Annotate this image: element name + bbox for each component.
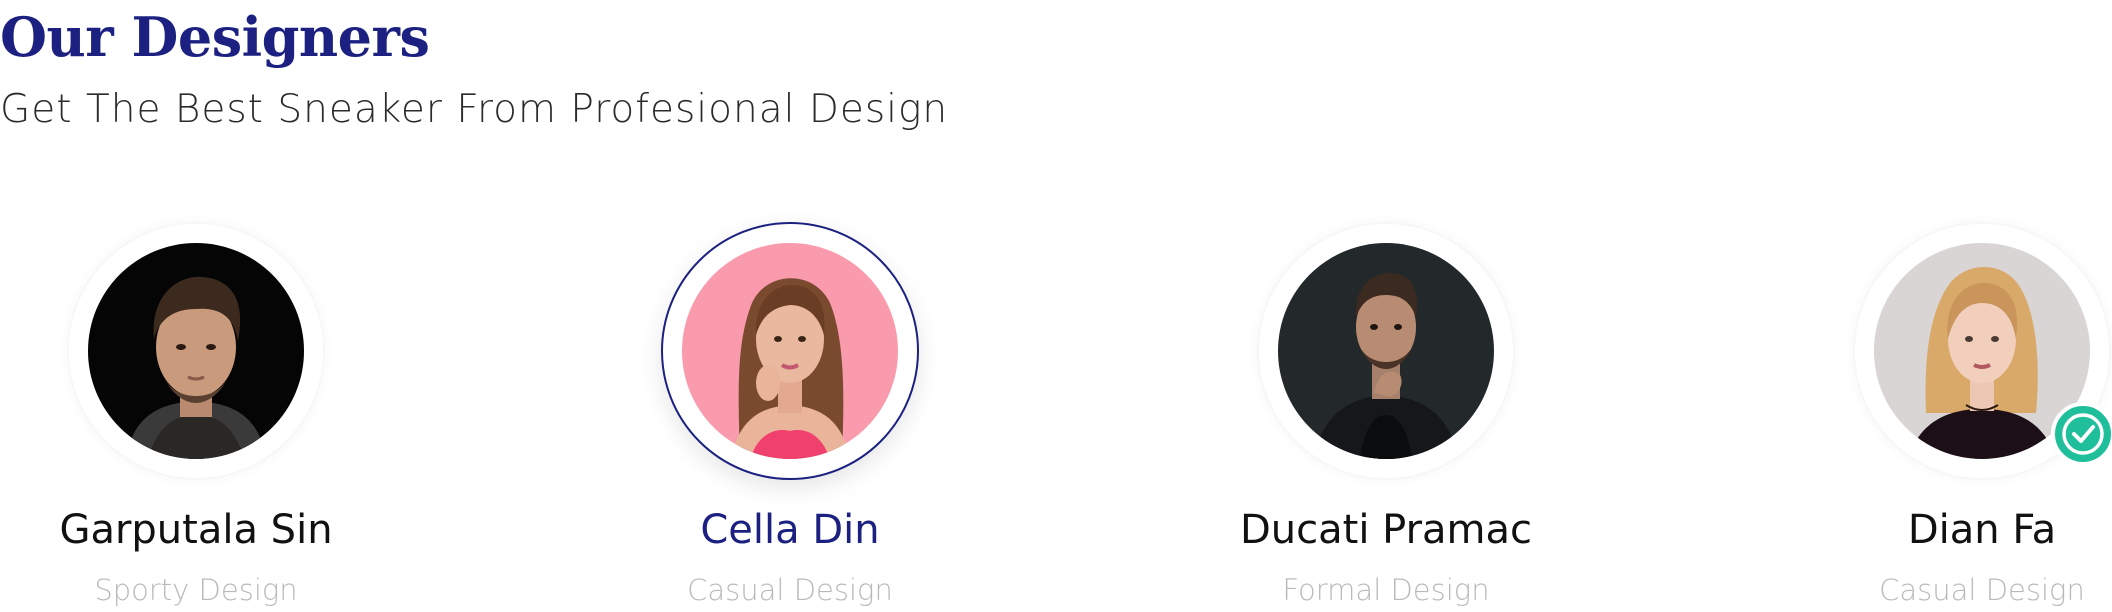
designer-role: Casual Design [1879, 573, 2085, 607]
designer-avatar[interactable] [682, 243, 898, 459]
avatar-ring [67, 222, 325, 480]
man-thinking-dark-background-portrait-icon [1278, 243, 1494, 459]
designer-role: Formal Design [1282, 573, 1490, 607]
designer-avatar[interactable] [88, 243, 304, 459]
designer-name[interactable]: Dian Fa [1782, 504, 2112, 556]
woman-long-hair-pink-background-portrait-icon [682, 243, 898, 459]
avatar-ring [1853, 222, 2112, 480]
avatar-ring [1257, 222, 1515, 480]
man-with-curly-hair-portrait-icon [88, 243, 304, 459]
designer-card-cella-din[interactable]: Cella Din Casual Design [590, 222, 990, 612]
section-subtitle: Get The Best Sneaker From Profesional De… [0, 87, 949, 132]
designer-card-ducati-pramac[interactable]: Ducati Pramac Formal Design [1186, 222, 1586, 612]
designer-list: Garputala Sin Sporty Design Cella Din Ca… [0, 222, 2112, 612]
verified-badge [2051, 402, 2112, 466]
designer-avatar[interactable] [1278, 243, 1494, 459]
section-title: Our Designers [0, 5, 430, 69]
designer-card-dian-fa[interactable]: Dian Fa Casual Design [1782, 222, 2112, 612]
designer-name[interactable]: Garputala Sin [0, 504, 396, 556]
designer-card-garputala-sin[interactable]: Garputala Sin Sporty Design [0, 222, 396, 612]
designer-role: Sporty Design [94, 573, 298, 607]
avatar-ring [661, 222, 919, 480]
designer-role: Casual Design [687, 573, 893, 607]
designer-name[interactable]: Ducati Pramac [1186, 504, 1586, 556]
designer-name[interactable]: Cella Din [590, 504, 990, 556]
check-circle-icon [2062, 413, 2104, 455]
